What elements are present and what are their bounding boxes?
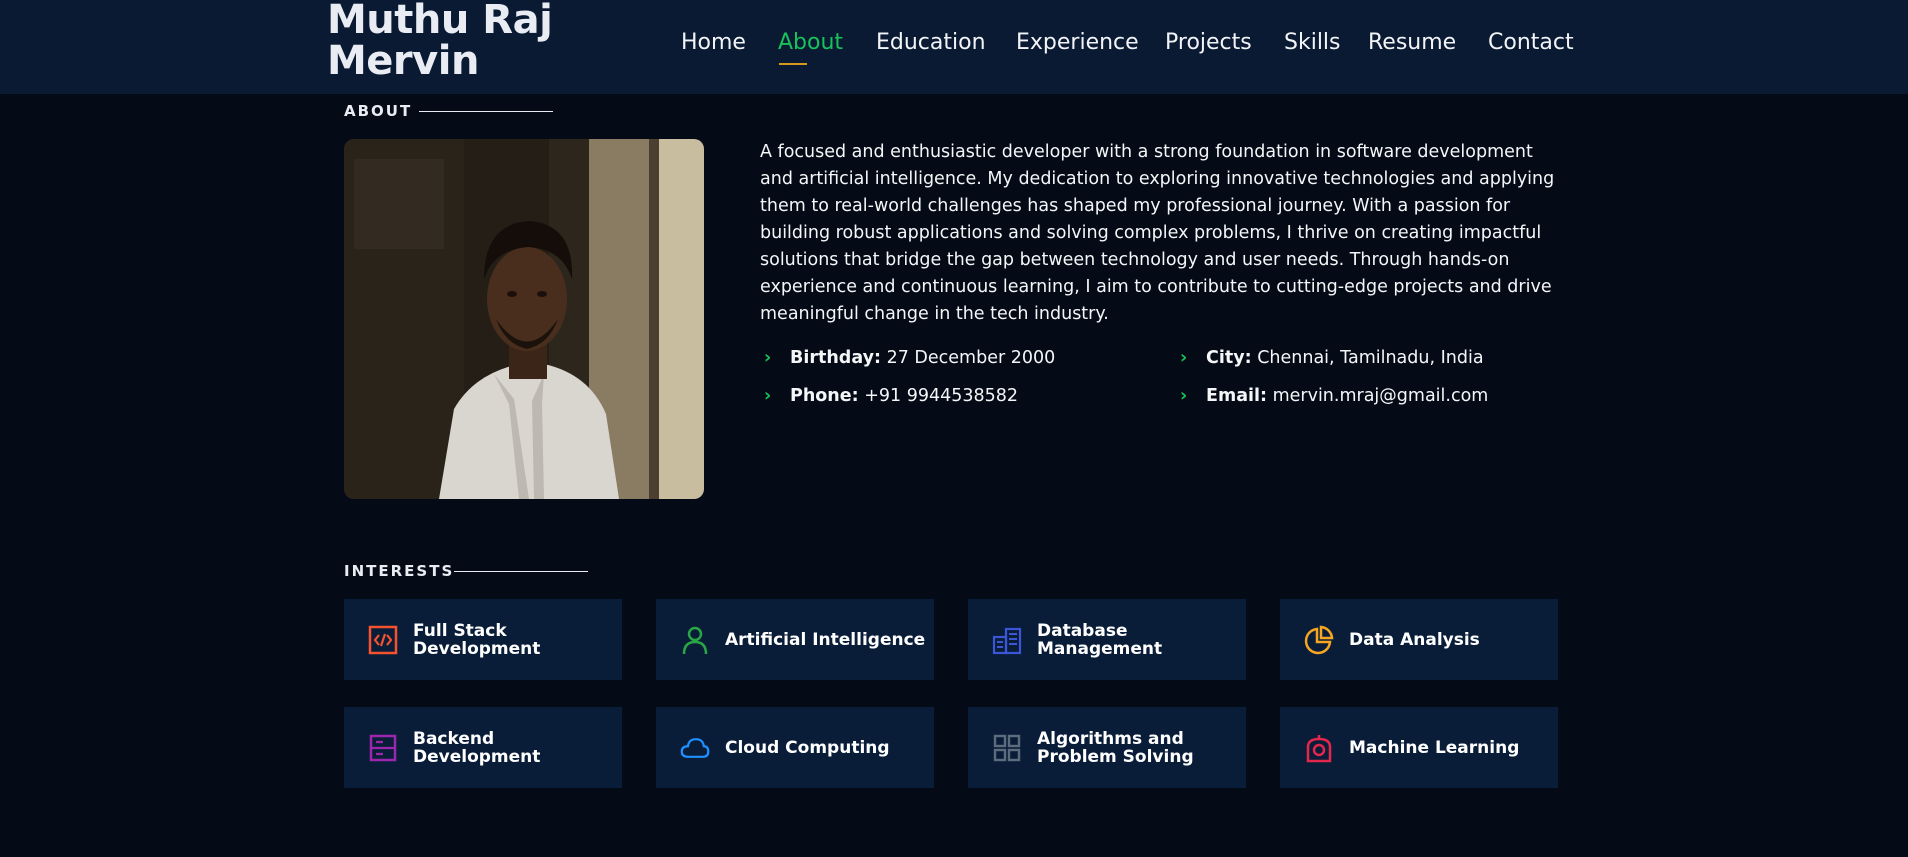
cloud-icon	[680, 733, 710, 763]
interest-label: Cloud Computing	[725, 737, 890, 758]
chevron-right-icon: ›	[1180, 348, 1188, 368]
nav-home[interactable]: Home	[681, 30, 746, 55]
city-value: Chennai, Tamilnadu, India	[1257, 348, 1484, 368]
chevron-right-icon: ›	[764, 348, 772, 368]
interest-card-ai[interactable]: Artificial Intelligence	[656, 599, 934, 680]
nav-experience[interactable]: Experience	[1016, 30, 1139, 55]
nav-contact[interactable]: Contact	[1488, 30, 1574, 55]
profile-photo-illustration	[344, 139, 704, 499]
interest-card-full-stack[interactable]: Full Stack Development	[344, 599, 622, 680]
city-label: City:	[1206, 348, 1252, 368]
site-logo[interactable]: Muthu Raj Mervin	[327, 0, 553, 84]
code-icon	[368, 625, 398, 655]
logo-line-1: Muthu Raj	[327, 0, 553, 43]
chevron-right-icon: ›	[1180, 386, 1188, 406]
interests-section-title: INTERESTS	[344, 562, 455, 580]
nav-projects[interactable]: Projects	[1165, 30, 1252, 55]
site-header: Muthu Raj Mervin Home About Education Ex…	[0, 0, 1908, 94]
interest-label: Data Analysis	[1349, 629, 1480, 650]
interest-label: Machine Learning	[1349, 737, 1520, 758]
birthday-value: 27 December 2000	[886, 348, 1056, 368]
interest-card-database[interactable]: Database Management	[968, 599, 1246, 680]
profile-photo	[344, 139, 704, 499]
pie-chart-icon	[1304, 625, 1334, 655]
email-label: Email:	[1206, 386, 1267, 406]
interest-card-cloud[interactable]: Cloud Computing	[656, 707, 934, 788]
active-nav-underline	[779, 63, 807, 65]
about-section-title: ABOUT	[344, 102, 413, 120]
person-icon	[680, 625, 710, 655]
machine-learning-icon	[1304, 733, 1334, 763]
interest-label: Artificial Intelligence	[725, 629, 926, 650]
database-icon	[992, 625, 1022, 655]
interest-card-algorithms[interactable]: Algorithms and Problem Solving	[968, 707, 1246, 788]
info-birthday: › Birthday: 27 December 2000	[764, 348, 1055, 368]
info-city: › City: Chennai, Tamilnadu, India	[1180, 348, 1484, 368]
interest-label: Algorithms and Problem Solving	[1037, 728, 1194, 767]
grid-icon	[992, 733, 1022, 763]
interest-card-ml[interactable]: Machine Learning	[1280, 707, 1558, 788]
interest-card-data-analysis[interactable]: Data Analysis	[1280, 599, 1558, 680]
logo-line-2: Mervin	[327, 38, 479, 84]
info-phone: › Phone: +91 9944538582	[764, 386, 1018, 406]
info-email: › Email: mervin.mraj@gmail.com	[1180, 386, 1488, 406]
interest-label: Full Stack Development	[413, 620, 541, 659]
phone-value: +91 9944538582	[864, 386, 1019, 406]
phone-label: Phone:	[790, 386, 859, 406]
interest-label: Database Management	[1037, 620, 1163, 659]
server-icon	[368, 733, 398, 763]
interests-title-line	[454, 571, 588, 572]
nav-about[interactable]: About	[778, 30, 843, 55]
chevron-right-icon: ›	[764, 386, 772, 406]
interest-label: Backend Development	[413, 728, 541, 767]
birthday-label: Birthday:	[790, 348, 881, 368]
about-bio: A focused and enthusiastic developer wit…	[760, 142, 1555, 324]
email-value[interactable]: mervin.mraj@gmail.com	[1273, 386, 1489, 406]
nav-resume[interactable]: Resume	[1368, 30, 1456, 55]
nav-skills[interactable]: Skills	[1284, 30, 1341, 55]
about-title-line	[419, 111, 553, 112]
interest-card-backend[interactable]: Backend Development	[344, 707, 622, 788]
nav-education[interactable]: Education	[876, 30, 986, 55]
